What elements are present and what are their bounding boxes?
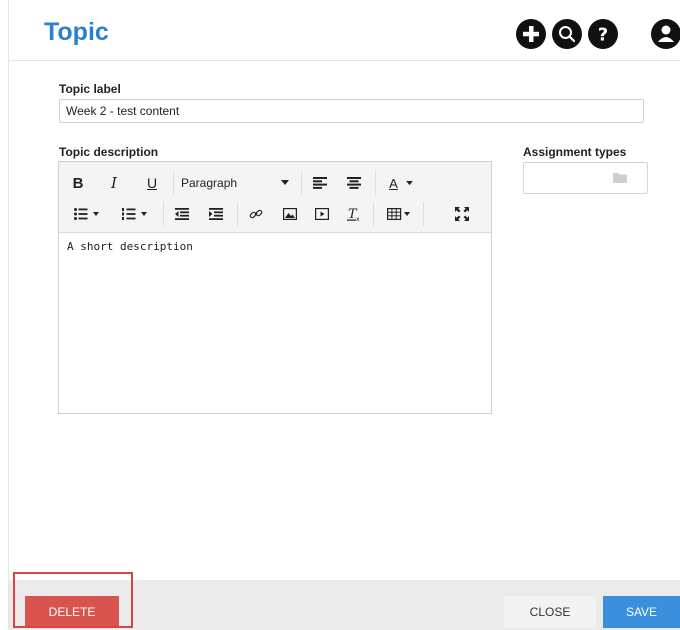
- save-button[interactable]: SAVE: [603, 596, 680, 628]
- bold-button[interactable]: B: [67, 172, 89, 194]
- bullet-list-icon[interactable]: [67, 203, 107, 225]
- svg-text:?: ?: [598, 25, 608, 46]
- chevron-down-icon: [405, 180, 413, 185]
- image-icon[interactable]: [279, 203, 301, 225]
- format-select-label: Paragraph: [181, 176, 238, 190]
- rich-text-editor: B I U Paragraph A T x A short descriptio…: [58, 161, 492, 414]
- toolbar-separator: [237, 202, 238, 226]
- editor-toolbar: B I U Paragraph A T x: [59, 162, 491, 233]
- toolbar-separator: [423, 202, 424, 226]
- underline-button[interactable]: U: [141, 172, 163, 194]
- folder-icon: [613, 173, 627, 183]
- page-header: Topic ?: [9, 0, 680, 61]
- format-select[interactable]: Paragraph: [181, 172, 299, 194]
- fullscreen-icon[interactable]: [451, 203, 473, 225]
- user-icon[interactable]: [651, 19, 680, 49]
- close-button[interactable]: CLOSE: [504, 596, 596, 628]
- search-icon[interactable]: [552, 19, 582, 49]
- toolbar-separator: [375, 171, 376, 195]
- left-border: [8, 0, 9, 630]
- align-left-icon[interactable]: [309, 172, 331, 194]
- help-icon[interactable]: ?: [588, 19, 618, 49]
- text-color-label: A: [389, 175, 398, 191]
- assignment-types-caption: Assignment types: [523, 145, 627, 159]
- assignment-types-select[interactable]: [523, 162, 648, 194]
- toolbar-separator: [173, 171, 174, 195]
- page-title: Topic: [44, 18, 109, 46]
- clear-formatting-icon[interactable]: Tx: [343, 203, 365, 225]
- italic-button[interactable]: I: [103, 172, 125, 194]
- delete-highlight-box: [13, 572, 133, 628]
- topic-description-caption: Topic description: [59, 145, 159, 159]
- indent-icon[interactable]: [205, 203, 227, 225]
- toolbar-separator: [301, 171, 302, 195]
- outdent-icon[interactable]: [171, 203, 193, 225]
- align-center-icon[interactable]: [343, 172, 365, 194]
- toolbar-separator: [373, 202, 374, 226]
- editor-content[interactable]: A short description: [67, 240, 193, 253]
- media-icon[interactable]: [311, 203, 333, 225]
- topic-label-input[interactable]: [59, 99, 644, 123]
- plus-icon[interactable]: [516, 19, 546, 49]
- text-color-button[interactable]: A: [381, 172, 421, 194]
- numbered-list-icon[interactable]: [115, 203, 155, 225]
- chevron-down-icon: [281, 180, 289, 185]
- link-icon[interactable]: [245, 203, 267, 225]
- table-icon[interactable]: [381, 203, 417, 225]
- topic-label-caption: Topic label: [59, 82, 121, 96]
- toolbar-separator: [163, 202, 164, 226]
- svg-text:x: x: [356, 216, 360, 221]
